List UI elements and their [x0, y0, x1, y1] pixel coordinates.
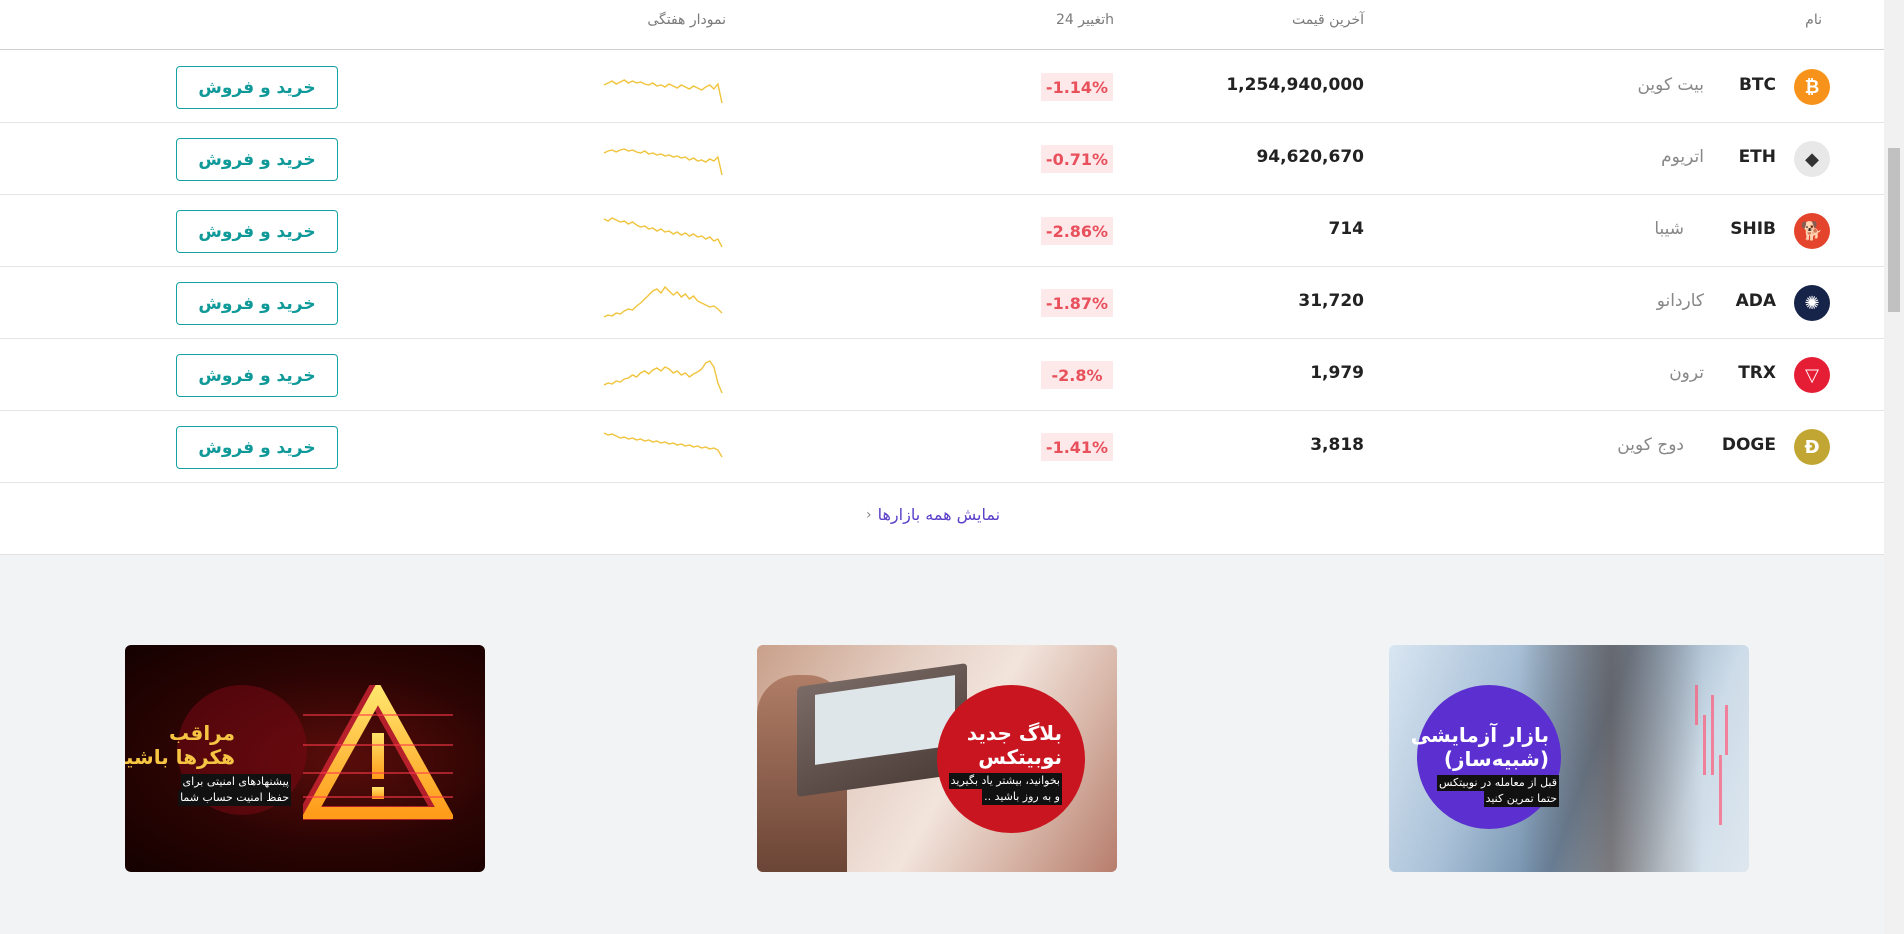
- buy-sell-button[interactable]: خرید و فروش: [176, 66, 338, 109]
- show-all-markets-label: نمایش همه بازارها: [877, 505, 1001, 524]
- buy-sell-button[interactable]: خرید و فروش: [176, 354, 338, 397]
- shib-coin-icon: 🐕: [1794, 213, 1830, 249]
- last-price: 94,620,670: [1256, 147, 1364, 167]
- coin-symbol: SHIB: [1730, 219, 1776, 239]
- buy-sell-button[interactable]: خرید و فروش: [176, 210, 338, 253]
- promo-card-simulator[interactable]: بازار آزمایشی (شبیه‌ساز) قبل از معامله د…: [1389, 645, 1749, 872]
- sparkline-path: [603, 285, 723, 318]
- vertical-scrollbar[interactable]: [1884, 0, 1904, 934]
- weekly-sparkline: [603, 285, 723, 318]
- promo-title-1: مراقب هکرها باشید: [125, 721, 235, 769]
- last-price: 3,818: [1310, 435, 1364, 455]
- scrollbar-thumb[interactable]: [1888, 148, 1900, 312]
- table-row[interactable]: ₿ BTC بیت کوین 1,254,940,000 -1.14% خرید و فر…: [0, 51, 1884, 123]
- weekly-sparkline: [603, 79, 723, 104]
- table-row[interactable]: Ð DOGE دوج کوین 3,818 -1.41% خرید و فروش: [0, 411, 1884, 483]
- promo-title-line1: مراقب: [169, 721, 235, 745]
- coin-name: اتریوم: [1661, 147, 1704, 167]
- chevron-left-icon: ‹: [866, 506, 872, 523]
- coin-symbol: DOGE: [1721, 435, 1776, 455]
- buy-sell-button[interactable]: خرید و فروش: [176, 426, 338, 469]
- change-24h-badge: -2.86%: [1041, 217, 1113, 245]
- last-price: 1,979: [1310, 363, 1364, 383]
- change-24h-badge: -2.8%: [1041, 361, 1113, 389]
- promo-title-line2: (شبیه‌ساز): [1443, 747, 1549, 771]
- table-row[interactable]: ✺ ADA کاردانو 31,720 -1.87% خرید و فروش: [0, 267, 1884, 339]
- promo-title-3: بازار آزمایشی (شبیه‌ساز): [1411, 723, 1549, 771]
- change-24h-badge: -1.87%: [1041, 289, 1113, 317]
- sparkline-path: [603, 79, 723, 104]
- markets-table: نام آخرین قیمت تغییر 24h نمودار هفتگی ₿ B…: [0, 0, 1884, 555]
- promo-title-line2: نوبیتکس: [978, 745, 1062, 769]
- promo-sub-line2: حفظ امنیت حساب شما: [178, 790, 291, 806]
- table-row[interactable]: ◆ ETH اتریوم 94,620,670 -0.71% خرید و فروش: [0, 123, 1884, 195]
- coin-name: ترون: [1669, 363, 1704, 383]
- last-price: 31,720: [1298, 291, 1364, 311]
- coin-name: کاردانو: [1656, 291, 1704, 311]
- table-header: نام آخرین قیمت تغییر 24h نمودار هفتگی: [0, 0, 1884, 50]
- promo-card-blog[interactable]: بلاگ جدید نوبیتکس بخوانید، بیشتر یاد بگی…: [757, 645, 1117, 872]
- coin-name: دوج کوین: [1617, 435, 1684, 455]
- promo-subtitle-2: بخوانید، بیشتر یاد بگیرید و به روز باشید…: [948, 773, 1062, 805]
- header-weekly-chart: نمودار هفتگی: [647, 12, 726, 28]
- weekly-sparkline: [603, 360, 723, 394]
- promo-subtitle-3: قبل از معامله در نوبیتکس حتما تمرین کنید: [1437, 775, 1559, 807]
- coin-name: بیت کوین: [1637, 75, 1704, 95]
- header-change-24h: تغییر 24h: [1056, 12, 1114, 28]
- sparkline-path: [603, 360, 723, 394]
- coin-symbol: BTC: [1738, 75, 1776, 95]
- promo-sub-line1: پیشنهادهای امنیتی برای: [180, 774, 291, 790]
- btc-coin-icon: ₿: [1794, 69, 1830, 105]
- last-price: 1,254,940,000: [1226, 75, 1364, 95]
- buy-sell-button[interactable]: خرید و فروش: [176, 138, 338, 181]
- coin-symbol: TRX: [1738, 363, 1776, 383]
- sparkline-path: [603, 432, 723, 458]
- sparkline-path: [603, 217, 723, 248]
- table-row[interactable]: 🐕 SHIB شیبا 714 -2.86% خرید و فروش: [0, 195, 1884, 267]
- sparkline-path: [603, 148, 723, 176]
- promo-sub-line2: حتما تمرین کنید: [1483, 791, 1559, 807]
- promo-sub-line1: قبل از معامله در نوبیتکس: [1437, 775, 1559, 791]
- promo-subtitle-1: پیشنهادهای امنیتی برای حفظ امنیت حساب شم…: [178, 774, 291, 806]
- weekly-sparkline: [603, 217, 723, 248]
- warning-triangle-icon: [303, 685, 453, 820]
- trx-coin-icon: ▽: [1794, 357, 1830, 393]
- coin-symbol: ADA: [1735, 291, 1776, 311]
- coin-symbol: ETH: [1738, 147, 1776, 167]
- coin-name: شیبا: [1654, 219, 1684, 239]
- promo-title-line2: هکرها باشید: [125, 745, 235, 769]
- promo-sub-line2: و به روز باشید ..: [982, 789, 1062, 805]
- buy-sell-button[interactable]: خرید و فروش: [176, 282, 338, 325]
- page: نام آخرین قیمت تغییر 24h نمودار هفتگی ₿ B…: [0, 0, 1884, 934]
- header-last-price: آخرین قیمت: [1291, 12, 1364, 28]
- change-24h-badge: -0.71%: [1041, 145, 1113, 173]
- promo-card-security[interactable]: مراقب هکرها باشید پیشنهادهای امنیتی برای…: [125, 645, 485, 872]
- last-price: 714: [1328, 219, 1365, 239]
- change-24h-badge: -1.41%: [1041, 433, 1113, 461]
- promo-title-line1: بازار آزمایشی: [1410, 723, 1549, 747]
- promo-section: مراقب هکرها باشید پیشنهادهای امنیتی برای…: [0, 555, 1884, 934]
- show-all-markets-link[interactable]: نمایش همه بازارها ‹: [866, 505, 1000, 524]
- weekly-sparkline: [603, 148, 723, 176]
- ada-coin-icon: ✺: [1794, 285, 1830, 321]
- candlestick-chart-image: [1695, 685, 1728, 825]
- table-row[interactable]: ▽ TRX ترون 1,979 -2.8% خرید و فروش: [0, 339, 1884, 411]
- change-24h-badge: -1.14%: [1041, 73, 1113, 101]
- promo-title-2: بلاگ جدید نوبیتکس: [967, 721, 1062, 769]
- promo-title-line1: بلاگ جدید: [966, 721, 1062, 745]
- doge-coin-icon: Ð: [1794, 429, 1830, 465]
- eth-coin-icon: ◆: [1794, 141, 1830, 177]
- header-name: نام: [1805, 12, 1822, 28]
- weekly-sparkline: [603, 432, 723, 458]
- promo-sub-line1: بخوانید، بیشتر یاد بگیرید: [948, 773, 1062, 789]
